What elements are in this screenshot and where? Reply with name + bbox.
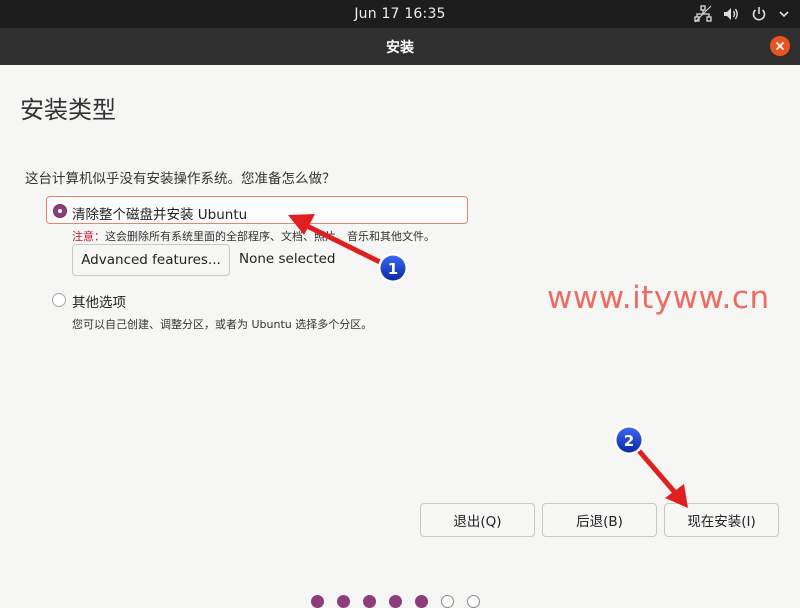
progress-dot	[311, 595, 324, 608]
window-title: 安装	[386, 40, 414, 56]
badge-1-number: 1	[388, 260, 398, 278]
step-progress-dots	[311, 595, 480, 608]
chevron-down-icon[interactable]	[778, 5, 790, 23]
annotation-badge-1: 1	[378, 253, 408, 283]
network-icon[interactable]	[694, 5, 712, 23]
progress-dot	[415, 595, 428, 608]
watermark: www.ityww.cn	[547, 280, 770, 316]
other-option-label[interactable]: 其他选项	[72, 291, 126, 311]
progress-dot	[441, 595, 454, 608]
back-button[interactable]: 后退(B)	[542, 503, 657, 537]
option-erase-disk[interactable]: 清除整个磁盘并安装 Ubuntu	[46, 196, 468, 224]
install-now-button[interactable]: 现在安装(I)	[664, 503, 779, 537]
annotation-arrow-2	[637, 449, 688, 508]
clock[interactable]: Jun 17 16:35	[0, 6, 800, 22]
badge-2-number: 2	[624, 432, 634, 450]
volume-icon[interactable]	[722, 5, 740, 23]
annotation-badge-2: 2	[614, 425, 644, 455]
page-title: 安装类型	[20, 96, 116, 124]
close-icon	[775, 41, 785, 51]
quit-button[interactable]: 退出(Q)	[420, 503, 535, 537]
window-titlebar: 安装	[0, 28, 800, 65]
progress-dot	[363, 595, 376, 608]
advanced-features-button[interactable]: Advanced features...	[72, 244, 230, 276]
window-close-button[interactable]	[770, 36, 790, 56]
advanced-features-status: None selected	[239, 251, 336, 267]
erase-disk-radio[interactable]	[53, 204, 67, 218]
install-question: 这台计算机似乎没有安装操作系统。您准备怎么做？	[25, 171, 336, 187]
other-option-description: 您可以自己创建、调整分区，或者为 Ubuntu 选择多个分区。	[72, 318, 373, 331]
system-tray[interactable]	[694, 5, 790, 23]
erase-disk-label[interactable]: 清除整个磁盘并安装 Ubuntu	[72, 203, 247, 223]
progress-dot	[467, 595, 480, 608]
other-option-radio[interactable]	[52, 293, 66, 307]
note-warning-prefix: 注意：	[72, 230, 105, 243]
system-top-bar: Jun 17 16:35	[0, 0, 800, 28]
erase-disk-note: 注意：这会删除所有系统里面的全部程序、文档、照片、音乐和其他文件。	[72, 228, 435, 244]
note-text: 这会删除所有系统里面的全部程序、文档、照片、音乐和其他文件。	[105, 230, 435, 243]
progress-dot	[389, 595, 402, 608]
progress-dot	[337, 595, 350, 608]
power-icon[interactable]	[750, 5, 768, 23]
